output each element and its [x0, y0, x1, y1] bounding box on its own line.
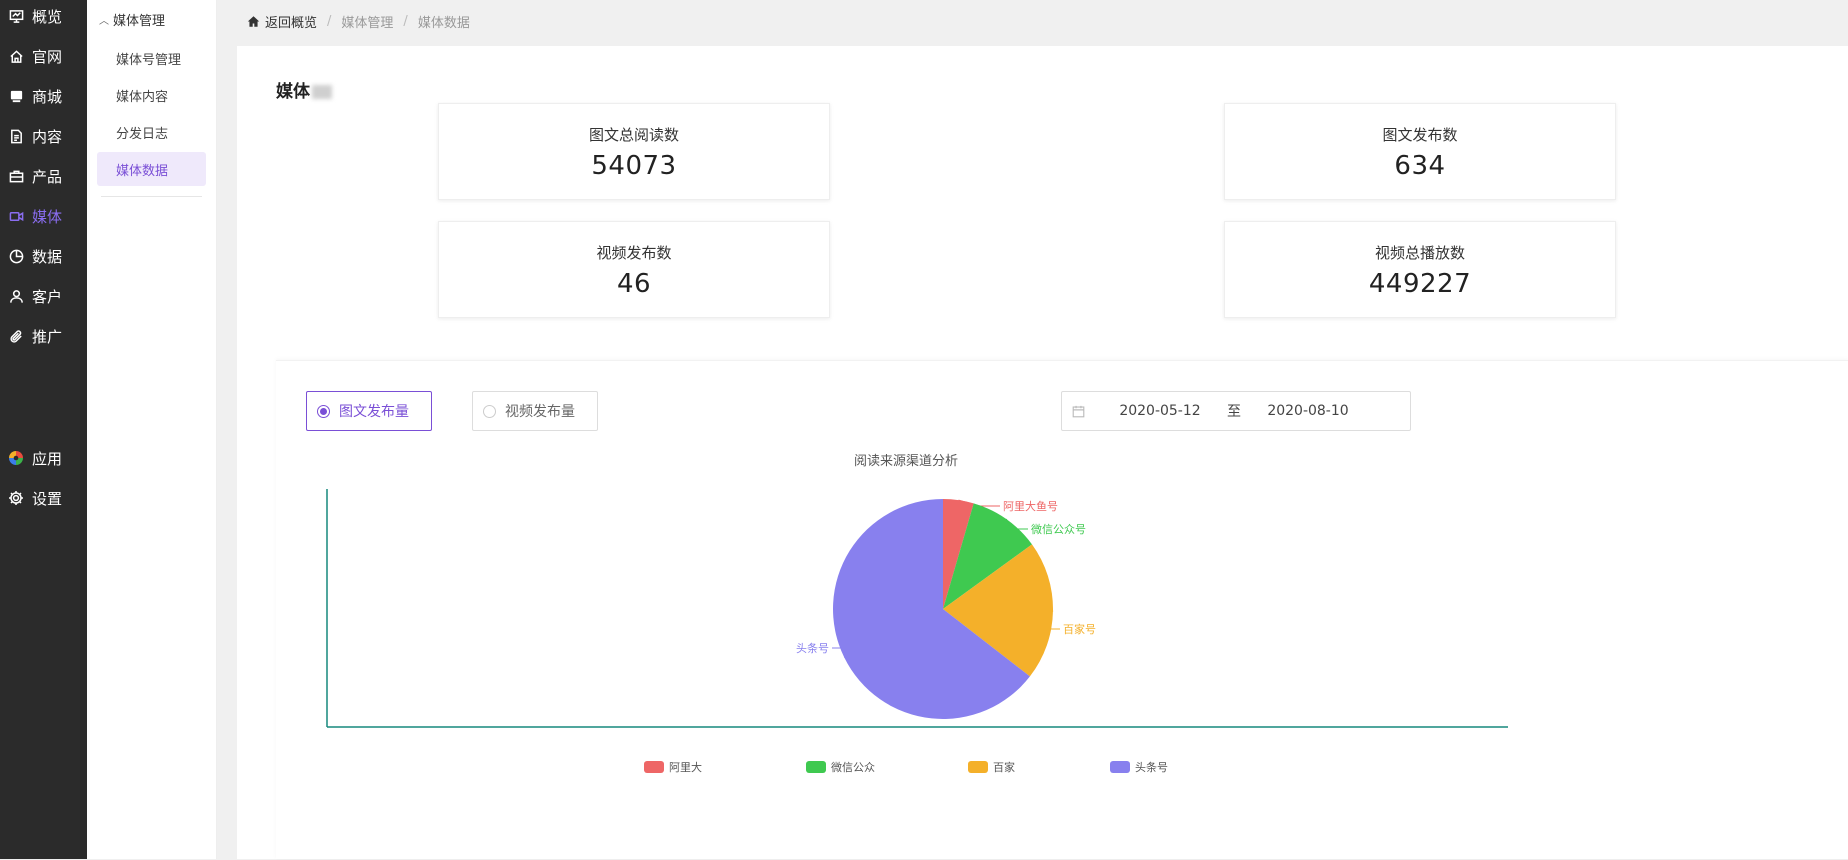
paperclip-icon: [8, 328, 24, 344]
media-subnav: ︿ 媒体管理 媒体号管理 媒体内容 分发日志 媒体数据: [87, 0, 217, 859]
nav-item-customer[interactable]: 客户: [0, 276, 87, 316]
briefcase-icon: [8, 168, 24, 184]
chevron-up-icon: ︿: [99, 15, 109, 27]
nav-label: 内容: [32, 127, 63, 146]
breadcrumb-home-label: 返回概览: [265, 16, 318, 31]
legend-label: 头条号: [1135, 760, 1168, 774]
stat-label: 图文发布数: [1382, 126, 1458, 144]
legend-label: 阿里大: [669, 760, 702, 774]
breadcrumb-separator: /: [327, 14, 332, 29]
nav-item-media[interactable]: 媒体: [0, 196, 87, 236]
stat-label: 视频总播放数: [1374, 244, 1465, 262]
pie-label: 头条号: [796, 641, 829, 655]
stat-card-video-plays: 视频总播放数 449227: [1224, 221, 1616, 318]
pie-label: 阿里大鱼号: [1003, 499, 1058, 513]
main-content: 返回概览 / 媒体管理 / 媒体数据 媒体 图文总阅读数 54073 图文发布数…: [217, 0, 1848, 859]
stat-card-video-posts: 视频发布数 46: [438, 221, 830, 318]
nav-label: 商城: [32, 87, 63, 106]
legend-label: 百家: [993, 760, 1015, 774]
home-icon: [247, 16, 260, 27]
home-icon: [8, 48, 24, 64]
nav-label: 应用: [32, 449, 63, 468]
nav-label: 官网: [32, 47, 63, 66]
store-icon: [8, 88, 24, 104]
nav-label: 设置: [32, 489, 63, 508]
subnav-item-accounts[interactable]: 媒体号管理: [97, 41, 206, 75]
legend-swatch: [806, 761, 826, 773]
breadcrumb: 返回概览 / 媒体管理 / 媒体数据: [247, 12, 470, 31]
breadcrumb-separator: /: [403, 14, 408, 29]
subnav-group-toggle[interactable]: ︿ 媒体管理: [87, 0, 216, 38]
legend-label: 微信公众: [831, 760, 875, 774]
stat-card-article-posts: 图文发布数 634: [1224, 103, 1616, 200]
divider: [101, 196, 202, 197]
subnav-item-logs[interactable]: 分发日志: [97, 115, 206, 149]
pie-label: 微信公众号: [1031, 522, 1086, 536]
stat-value: 54073: [591, 151, 677, 181]
stat-value: 46: [616, 269, 652, 299]
subnav-item-content[interactable]: 媒体内容: [97, 78, 206, 112]
legend-swatch: [644, 761, 664, 773]
nav-label: 数据: [32, 247, 63, 266]
document-icon: [8, 128, 24, 144]
stat-label: 视频发布数: [596, 244, 672, 262]
pie-icon: [8, 248, 24, 264]
nav-item-website[interactable]: 官网: [0, 36, 87, 76]
section-title: 媒体: [276, 77, 332, 102]
stat-label: 图文总阅读数: [588, 126, 679, 144]
nav-item-data[interactable]: 数据: [0, 236, 87, 276]
nav-item-overview[interactable]: 概览: [0, 0, 87, 36]
video-icon: [8, 208, 24, 224]
pie-chart: 阅读来源渠道分析阿里大鱼号微信公众号百家号头条号阿里大 微信公众 百家 头条号: [326, 454, 1508, 774]
subnav-title: 媒体管理: [113, 13, 166, 29]
stat-card-article-reads: 图文总阅读数 54073: [438, 103, 830, 200]
nav-label: 推广: [32, 327, 63, 346]
pie-label: 百家号: [1063, 622, 1096, 636]
nav-label: 客户: [32, 287, 63, 306]
nav-item-product[interactable]: 产品: [0, 156, 87, 196]
user-icon: [8, 288, 24, 304]
nav-item-promotion[interactable]: 推广: [0, 316, 87, 356]
nav-label: 产品: [32, 167, 63, 186]
stat-value: 634: [1394, 151, 1446, 181]
breadcrumb-home[interactable]: 返回概览: [247, 12, 317, 31]
blurred-text: [312, 85, 332, 99]
subnav-item-data[interactable]: 媒体数据: [97, 152, 206, 186]
nav-item-content[interactable]: 内容: [0, 116, 87, 156]
nav-item-apps[interactable]: 应用: [0, 438, 87, 478]
nav-item-store[interactable]: 商城: [0, 76, 87, 116]
nav-label: 媒体: [32, 207, 63, 226]
main-nav: 概览 官网 商城 内容 产品 媒体 数据 客户 推广 应用 设置: [0, 0, 87, 859]
chart-title: 阅读来源渠道分析: [854, 454, 958, 469]
chart-container: 图文发布量 视频发布量 2020-05-12 至 2020-08-10 阅读来源…: [276, 360, 1848, 859]
breadcrumb-media-management[interactable]: 媒体管理: [341, 12, 393, 31]
breadcrumb-media-data: 媒体数据: [417, 16, 470, 31]
nav-label: 概览: [32, 7, 63, 26]
legend-swatch: [1110, 761, 1130, 773]
section-title-text: 媒体: [276, 82, 310, 102]
content-panel: 媒体 图文总阅读数 54073 图文发布数 634 视频发布数 46 视频总播放…: [237, 46, 1848, 859]
apps-icon: [8, 450, 24, 466]
dashboard-icon: [8, 8, 24, 24]
stat-value: 449227: [1368, 269, 1472, 299]
nav-item-settings[interactable]: 设置: [0, 478, 87, 518]
gear-icon: [8, 490, 24, 506]
legend-swatch: [968, 761, 988, 773]
